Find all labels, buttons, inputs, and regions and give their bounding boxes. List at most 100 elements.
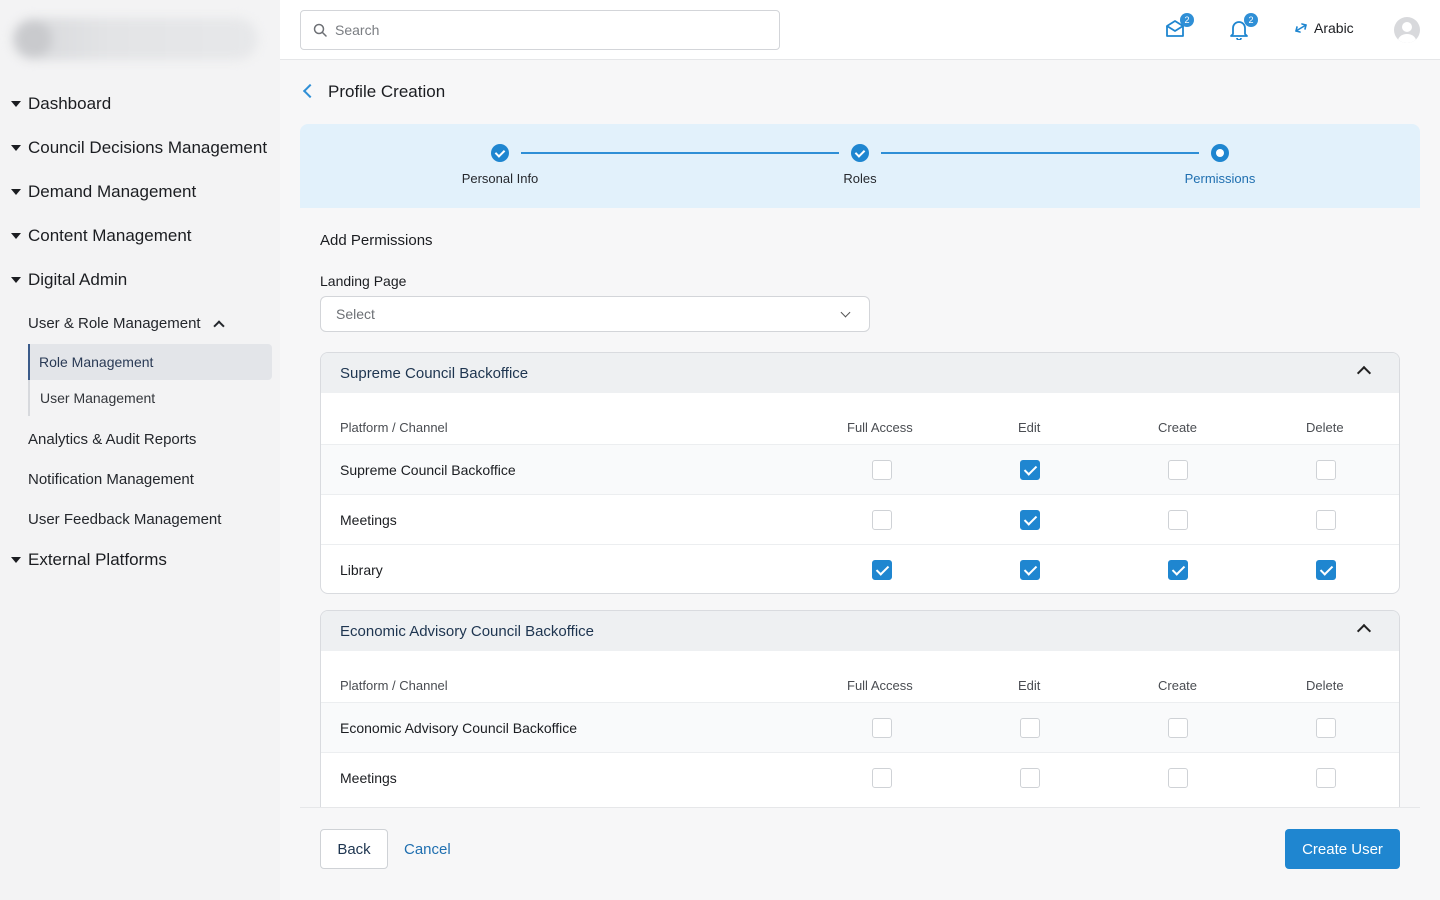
column-header-edit: Edit (1018, 420, 1041, 435)
mail-button[interactable]: 2 (1164, 13, 1194, 42)
panel-title: Supreme Council Backoffice (340, 364, 529, 382)
sidebar-item-label: User Management (40, 390, 156, 406)
full-access-checkbox[interactable] (872, 460, 892, 480)
create-checkbox[interactable] (1168, 560, 1188, 580)
top-bar: 2 2 Arabic (280, 0, 1440, 60)
delete-checkbox[interactable] (1316, 718, 1336, 738)
column-header-create: Create (1158, 678, 1198, 693)
table-row: Economic Advisory Council Backoffice (321, 703, 1399, 753)
panel-header[interactable]: Economic Advisory Council Backoffice (321, 611, 1399, 651)
back-arrow-icon[interactable] (302, 83, 318, 99)
sidebar-item-content-management[interactable]: Content Management (0, 214, 192, 258)
logo (12, 18, 258, 60)
permission-panel: Supreme Council Backoffice Platform / Ch… (320, 352, 1400, 594)
sidebar: Dashboard Council Decisions Management D… (0, 0, 280, 900)
chevron-up-icon[interactable] (1356, 623, 1372, 639)
landing-page-label: Landing Page (320, 273, 407, 289)
table-row: Meetings (321, 753, 1399, 803)
caret-down-icon (11, 277, 21, 283)
full-access-checkbox[interactable] (872, 560, 892, 580)
edit-checkbox[interactable] (1020, 718, 1040, 738)
create-checkbox[interactable] (1168, 768, 1188, 788)
sidebar-item-label: Content Management (28, 226, 192, 245)
back-button[interactable]: Back (320, 829, 388, 869)
search-box[interactable] (300, 10, 780, 50)
section-title: Add Permissions (320, 232, 433, 249)
table-header: Platform / Channel Full Access Edit Crea… (321, 651, 1399, 703)
delete-checkbox[interactable] (1316, 560, 1336, 580)
delete-checkbox[interactable] (1316, 768, 1336, 788)
sidebar-item-label: Analytics & Audit Reports (28, 430, 197, 448)
sidebar-item-digital-admin[interactable]: Digital Admin (0, 258, 127, 302)
column-header-edit: Edit (1018, 678, 1041, 693)
edit-checkbox[interactable] (1020, 460, 1040, 480)
delete-checkbox[interactable] (1316, 510, 1336, 530)
notifications-button[interactable]: 2 (1228, 13, 1258, 42)
chevron-up-icon[interactable] (1356, 365, 1372, 381)
full-access-checkbox[interactable] (872, 718, 892, 738)
sidebar-item-user-management[interactable]: User Management (40, 380, 155, 416)
sidebar-item-label: Demand Management (28, 182, 197, 201)
column-header-channel: Platform / Channel (340, 420, 448, 435)
step-roles: Roles (843, 171, 877, 186)
sidebar-item-role-management[interactable]: Role Management (28, 344, 272, 380)
step-personal-info: Personal Info (461, 171, 539, 186)
column-header-delete: Delete (1306, 420, 1344, 435)
sidebar-item-label: User Feedback Management (28, 510, 222, 528)
sidebar-item-label: Council Decisions Management (28, 138, 268, 157)
step-current-icon (1211, 144, 1229, 162)
mail-badge: 2 (1180, 13, 1194, 27)
permissions-scroll-area[interactable]: Supreme Council Backoffice Platform / Ch… (300, 340, 1420, 807)
column-header-create: Create (1158, 420, 1198, 435)
create-checkbox[interactable] (1168, 460, 1188, 480)
column-header-channel: Platform / Channel (340, 678, 448, 693)
sidebar-item-user-feedback[interactable]: User Feedback Management (28, 509, 221, 529)
caret-down-icon (11, 233, 21, 239)
create-checkbox[interactable] (1168, 718, 1188, 738)
notification-badge: 2 (1244, 13, 1258, 27)
landing-page-select[interactable]: Select (320, 296, 870, 332)
sidebar-item-council-decisions[interactable]: Council Decisions Management (0, 126, 267, 170)
create-user-button[interactable]: Create User (1285, 829, 1400, 869)
row-label: Economic Advisory Council Backoffice (340, 720, 578, 736)
chevron-down-icon (840, 307, 851, 318)
sidebar-item-label: Notification Management (28, 470, 194, 488)
edit-checkbox[interactable] (1020, 510, 1040, 530)
sidebar-group-user-role-management[interactable]: User & Role Management (28, 312, 225, 334)
chevron-up-icon (212, 319, 225, 332)
step-connector (521, 152, 839, 154)
sidebar-item-label: Dashboard (28, 94, 112, 113)
panel-title: Economic Advisory Council Backoffice (340, 622, 595, 640)
language-label: Arabic (1314, 20, 1354, 36)
sidebar-item-demand-management[interactable]: Demand Management (0, 170, 196, 214)
column-header-full-access: Full Access (847, 420, 913, 435)
caret-down-icon (11, 557, 21, 563)
edit-checkbox[interactable] (1020, 768, 1040, 788)
sidebar-item-analytics-audit[interactable]: Analytics & Audit Reports (28, 429, 196, 449)
delete-checkbox[interactable] (1316, 460, 1336, 480)
step-connector (881, 152, 1199, 154)
panel-header[interactable]: Supreme Council Backoffice (321, 353, 1399, 393)
full-access-checkbox[interactable] (872, 768, 892, 788)
step-check-icon (851, 144, 869, 162)
sidebar-item-label: Role Management (39, 354, 154, 370)
sidebar-item-external-platforms[interactable]: External Platforms (0, 538, 167, 582)
swap-icon (1295, 23, 1307, 33)
row-label: Library (340, 562, 383, 578)
search-input[interactable] (335, 22, 735, 38)
avatar[interactable] (1394, 17, 1420, 43)
full-access-checkbox[interactable] (872, 510, 892, 530)
step-check-icon (491, 144, 509, 162)
sidebar-item-label: External Platforms (28, 550, 167, 569)
column-header-delete: Delete (1306, 678, 1344, 693)
cancel-button[interactable]: Cancel (404, 829, 451, 869)
language-switch[interactable]: Arabic (1294, 20, 1354, 36)
select-value: Select (336, 306, 375, 322)
sidebar-item-dashboard[interactable]: Dashboard (0, 82, 111, 126)
sidebar-item-label: Digital Admin (28, 270, 128, 289)
create-checkbox[interactable] (1168, 510, 1188, 530)
sidebar-item-notification-management[interactable]: Notification Management (28, 469, 194, 489)
row-label: Meetings (340, 512, 397, 528)
sidebar-group-label: User & Role Management (28, 314, 201, 332)
edit-checkbox[interactable] (1020, 560, 1040, 580)
